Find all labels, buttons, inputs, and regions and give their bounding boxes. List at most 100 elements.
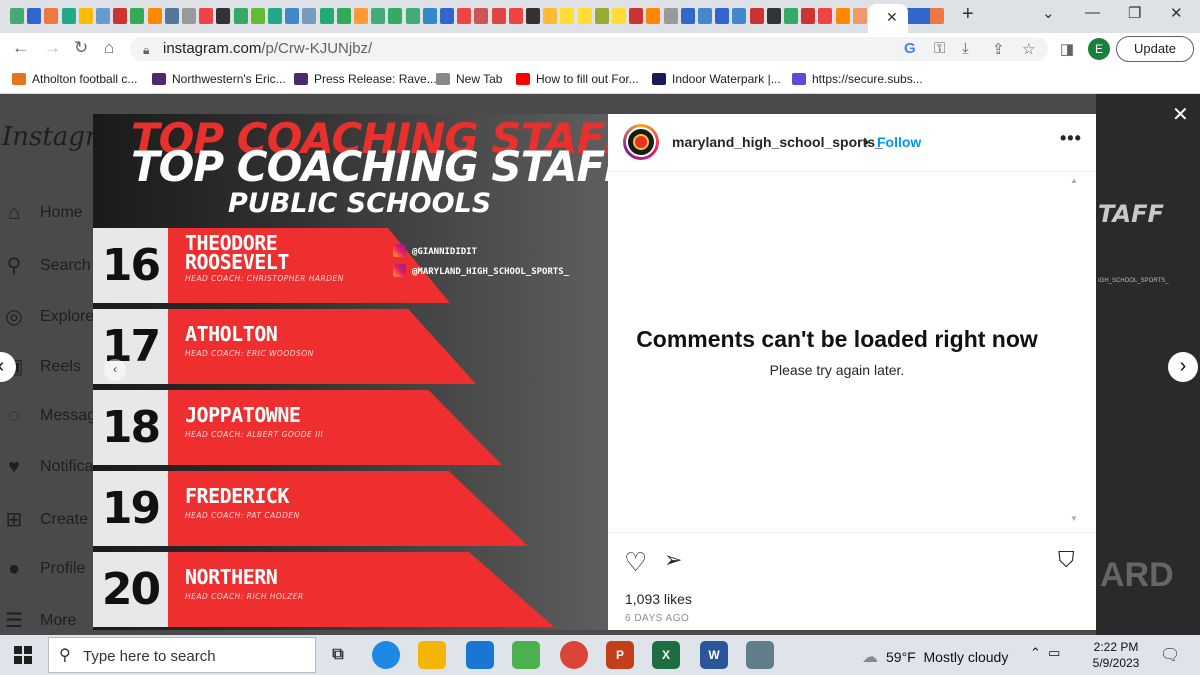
reload-icon[interactable]: ↻ [74,38,88,58]
tab-search-icon[interactable]: ⌄ [1042,4,1055,22]
pinned-tab-favicon[interactable] [663,8,678,24]
bookmark-item[interactable]: How to fill out For... [516,72,639,86]
file-explorer-icon[interactable] [418,641,446,669]
close-modal-icon[interactable]: ✕ [1172,102,1189,127]
pinned-tab-favicon[interactable] [302,8,317,24]
pinned-tab-favicon[interactable] [10,8,24,24]
nav-item-create[interactable]: ⊞ Create [2,507,88,532]
pinned-tab-favicon[interactable] [96,8,110,24]
forward-icon[interactable]: → [44,38,61,58]
share-paper-plane-icon[interactable]: ➢ [664,547,682,573]
nav-item-profile[interactable]: ● Profile [2,558,85,581]
pinned-tab-favicon[interactable] [130,8,145,24]
pinned-tab-favicon[interactable] [629,8,644,24]
pinned-tab-favicon[interactable] [680,8,695,24]
pinned-tab-favicon[interactable] [285,8,300,24]
profile-avatar[interactable]: E [1088,38,1110,60]
side-panel-icon[interactable]: ◨ [1060,40,1074,58]
lock-icon[interactable]: 🔒︎ [143,43,149,58]
pinned-tab-favicon[interactable] [835,8,850,24]
scroll-down-icon[interactable]: ▼ [1070,514,1078,523]
pinned-tab-favicon[interactable] [440,8,454,24]
pinned-tab-favicon[interactable] [732,8,747,24]
follow-button[interactable]: Follow [877,134,921,150]
bookmark-star-icon[interactable]: ☆ [1022,40,1035,58]
pinned-tab-favicon[interactable] [44,8,59,24]
powerpoint-icon[interactable]: P [606,641,634,669]
excel-icon[interactable]: X [652,641,680,669]
save-bookmark-icon[interactable]: ⛉ [1058,547,1075,573]
install-icon[interactable]: ⤓ [962,40,969,57]
calculator-icon[interactable] [746,641,774,669]
pinned-tab-favicon[interactable] [216,8,231,24]
pinned-tab-favicon[interactable] [526,8,540,24]
pinned-tab-favicon[interactable] [422,8,437,24]
pinned-tab-favicon[interactable] [852,8,867,24]
pinned-tab-favicon[interactable] [560,8,575,24]
pinned-tab-favicon[interactable] [233,8,248,24]
url-text[interactable]: instagram.com/p/Crw-KJUNjbz/ [163,40,372,57]
more-options-icon[interactable]: ••• [1060,128,1082,149]
home-icon[interactable]: ⌂ [104,38,114,58]
nav-item-notifications[interactable]: ♥ Notifica [2,456,93,479]
task-view-icon[interactable]: ⧉ [324,641,352,669]
active-tab[interactable]: ✕ [868,4,908,33]
scroll-up-icon[interactable]: ▲ [1070,176,1078,185]
close-window-icon[interactable]: ✕ [1170,4,1183,22]
account-username[interactable]: maryland_high_school_sports_ [672,134,883,150]
mail-icon[interactable] [466,641,494,669]
pinned-tab-favicon[interactable] [371,8,386,24]
edge-icon[interactable] [372,641,400,669]
pinned-tab-favicon[interactable] [801,8,816,24]
pinned-tab-favicon[interactable] [646,8,661,24]
pinned-tab-favicon[interactable] [766,8,781,24]
pinned-tab-favicon[interactable] [182,8,196,24]
nav-item-home[interactable]: ⌂ Home [2,202,83,225]
pinned-tab-favicon[interactable] [818,8,833,24]
pinned-tab-favicon[interactable] [388,8,403,24]
pinned-tab-favicon[interactable] [577,8,592,24]
pinned-tab-favicon[interactable] [164,8,179,24]
bookmark-item[interactable]: https://secure.subs... [792,72,923,86]
weather-widget[interactable]: ☁ 59°F Mostly cloudy [862,647,1008,667]
pinned-tab-favicon[interactable] [319,8,334,24]
like-heart-icon[interactable]: ♡ [624,547,647,578]
pinned-tab-favicon[interactable] [474,8,489,24]
restore-icon[interactable]: ❐ [1128,4,1141,22]
taskbar-search[interactable]: ⚲ Type here to search [48,637,316,673]
pinned-tab-favicon[interactable] [113,8,128,24]
google-lens-icon[interactable]: G [904,40,916,57]
pinned-tab-favicon[interactable] [612,8,626,24]
pinned-tab-favicon[interactable] [457,8,472,24]
pinned-tab-favicon[interactable] [508,8,523,24]
pinned-tab-favicon[interactable] [912,8,926,24]
pinned-tab-favicon[interactable] [78,8,93,24]
nav-item-more[interactable]: ☰ More [2,608,76,633]
pinned-tab-favicon[interactable] [405,8,420,24]
likes-count[interactable]: 1,093 likes [625,591,692,607]
nav-item-explore[interactable]: ◎ Explore [2,304,94,329]
pinned-tab-favicon[interactable] [491,8,506,24]
comments-scrollbar[interactable]: ▲ ▼ [1066,174,1096,530]
nav-item-messages[interactable]: ◌ Messag [2,405,96,428]
pinned-tab-favicon[interactable] [543,8,558,24]
pinned-tab-favicon[interactable] [354,8,368,24]
bookmark-item[interactable]: Indoor Waterpark |... [652,72,781,86]
taskbar-clock[interactable]: 2:22 PM 5/9/2023 [1080,639,1152,671]
pinned-tab-favicon[interactable] [698,8,712,24]
pinned-tab-favicon[interactable] [749,8,764,24]
pinned-tab-favicon[interactable] [784,8,798,24]
bookmark-item[interactable]: Atholton football c... [12,72,137,86]
update-button[interactable]: Update [1116,36,1194,62]
pinned-tab-favicon[interactable] [199,8,214,24]
notifications-icon[interactable]: 🗨︎ [1160,645,1180,665]
pinned-tab-favicon[interactable] [61,8,76,24]
pinned-tab-favicon[interactable] [336,8,351,24]
minimize-icon[interactable]: — [1085,4,1100,21]
pinned-tab-favicon[interactable] [268,8,282,24]
word-icon[interactable]: W [700,641,728,669]
pinned-tab-favicon[interactable] [250,8,265,24]
pinned-tab-favicon[interactable] [594,8,609,24]
bookmark-item[interactable]: Press Release: Rave... [294,72,437,86]
bookmark-item[interactable]: Northwestern's Eric... [152,72,286,86]
